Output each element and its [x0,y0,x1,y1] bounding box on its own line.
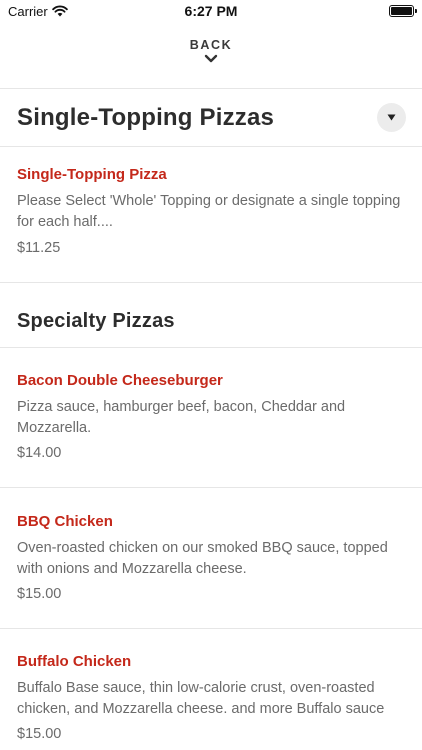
menu-item[interactable]: BBQ Chicken Oven-roasted chicken on our … [0,513,422,613]
item-name: Bacon Double Cheeseburger [17,372,223,389]
menu-item[interactable]: Bacon Double Cheeseburger Pizza sauce, h… [0,372,422,472]
menu-screen: Carrier 6:27 PM BACK Single-Topping Pizz… [0,0,422,750]
item-price: $11.25 [17,240,61,256]
section-title-single-topping: Single-Topping Pizzas [17,104,275,131]
item-divider [0,487,422,488]
triangle-down-icon [387,114,396,121]
section-title-specialty: Specialty Pizzas [17,310,175,332]
back-button[interactable]: BACK [161,38,261,78]
back-label: BACK [189,38,233,52]
item-price: $15.00 [17,586,62,602]
item-description: Buffalo Base sauce, thin low-calorie cru… [17,680,385,717]
status-bar: Carrier 6:27 PM [0,0,422,24]
menu-item[interactable]: Buffalo Chicken Buffalo Base sauce, thin… [0,653,422,750]
item-description: Oven-roasted chicken on our smoked BBQ s… [17,540,388,577]
section-divider [0,146,422,147]
chevron-down-icon [204,54,218,63]
section-divider [0,282,422,283]
section-dropdown-button[interactable] [377,103,406,132]
battery-level [391,7,412,15]
item-description: Please Select 'Whole' Topping or designa… [17,193,401,230]
item-description: Pizza sauce, hamburger beef, bacon, Ched… [17,399,346,436]
item-name: Buffalo Chicken [17,653,132,670]
section-divider [0,347,422,348]
item-name: BBQ Chicken [17,513,113,530]
item-price: $15.00 [17,726,62,742]
item-divider [0,628,422,629]
header-divider [0,88,422,89]
item-price: $14.00 [17,445,62,461]
menu-item[interactable]: Single-Topping Pizza Please Select 'Whol… [0,166,422,266]
battery-icon [389,5,417,17]
clock: 6:27 PM [184,3,238,19]
item-name: Single-Topping Pizza [17,166,167,183]
